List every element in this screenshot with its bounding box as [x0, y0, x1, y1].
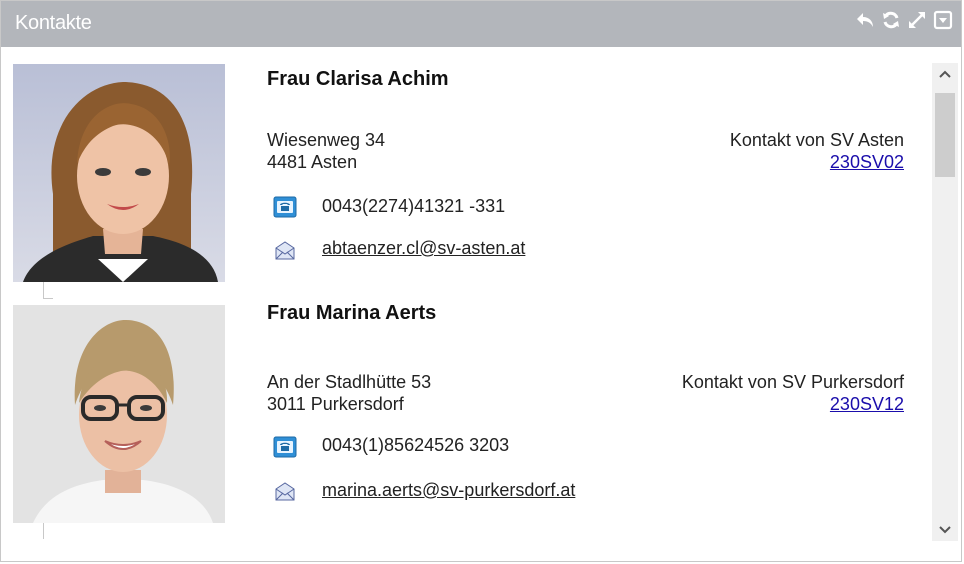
scroll-down-icon[interactable]: [932, 519, 958, 541]
contact-code-link[interactable]: 230SV02: [830, 152, 904, 172]
phone-icon: [273, 436, 297, 458]
contacts-list: Frau Clarisa Achim Wiesenweg 34 4481 Ast…: [1, 48, 931, 562]
contact-city: 3011 Purkersdorf: [267, 394, 404, 414]
photo-connector: [43, 298, 53, 299]
contact-code-link[interactable]: 230SV12: [830, 394, 904, 414]
contact-owner-label: Kontakt von SV Purkersdorf: [681, 372, 904, 392]
expand-icon[interactable]: [907, 10, 927, 30]
photo-connector: [43, 282, 44, 298]
photo-connector: [43, 523, 44, 539]
email-icon: [273, 481, 297, 503]
contact-phone: 0043(1)85624526 3203: [322, 435, 510, 455]
contact-email-link[interactable]: marina.aerts@sv-purkersdorf.at: [322, 480, 575, 501]
contact-owner: Kontakt von SV Asten 230SV02: [730, 129, 904, 173]
titlebar-toolbar: [855, 10, 953, 30]
vertical-scrollbar[interactable]: [932, 63, 958, 541]
contact-photo: [13, 305, 225, 523]
contact-name: Frau Marina Aerts: [267, 302, 437, 324]
refresh-icon[interactable]: [881, 10, 901, 30]
back-icon[interactable]: [855, 10, 875, 30]
scroll-up-icon[interactable]: [932, 63, 958, 85]
contact-address: An der Stadlhütte 53 3011 Purkersdorf: [267, 371, 431, 415]
scrollbar-thumb[interactable]: [935, 93, 955, 177]
contact-street: An der Stadlhütte 53: [267, 372, 432, 392]
contact-owner-label: Kontakt von SV Asten: [729, 130, 904, 150]
contact-phone: 0043(2274)41321 -331: [322, 196, 506, 216]
contact-photo: [13, 64, 225, 282]
contact-name: Frau Clarisa Achim: [267, 68, 449, 90]
collapse-icon[interactable]: [933, 10, 953, 30]
contacts-widget: Kontakte Frau Clarisa Achim Wiesenweg 34…: [0, 0, 962, 562]
widget-titlebar: Kontakte: [1, 1, 961, 47]
widget-title: Kontakte: [15, 12, 92, 34]
contact-city: 4481 Asten: [267, 152, 358, 172]
contact-owner: Kontakt von SV Purkersdorf 230SV12: [682, 371, 904, 415]
email-icon: [273, 240, 297, 262]
contact-address: Wiesenweg 34 4481 Asten: [267, 129, 385, 173]
contact-email-link[interactable]: abtaenzer.cl@sv-asten.at: [322, 238, 525, 259]
contact-street: Wiesenweg 34: [267, 130, 386, 150]
phone-icon: [273, 196, 297, 218]
